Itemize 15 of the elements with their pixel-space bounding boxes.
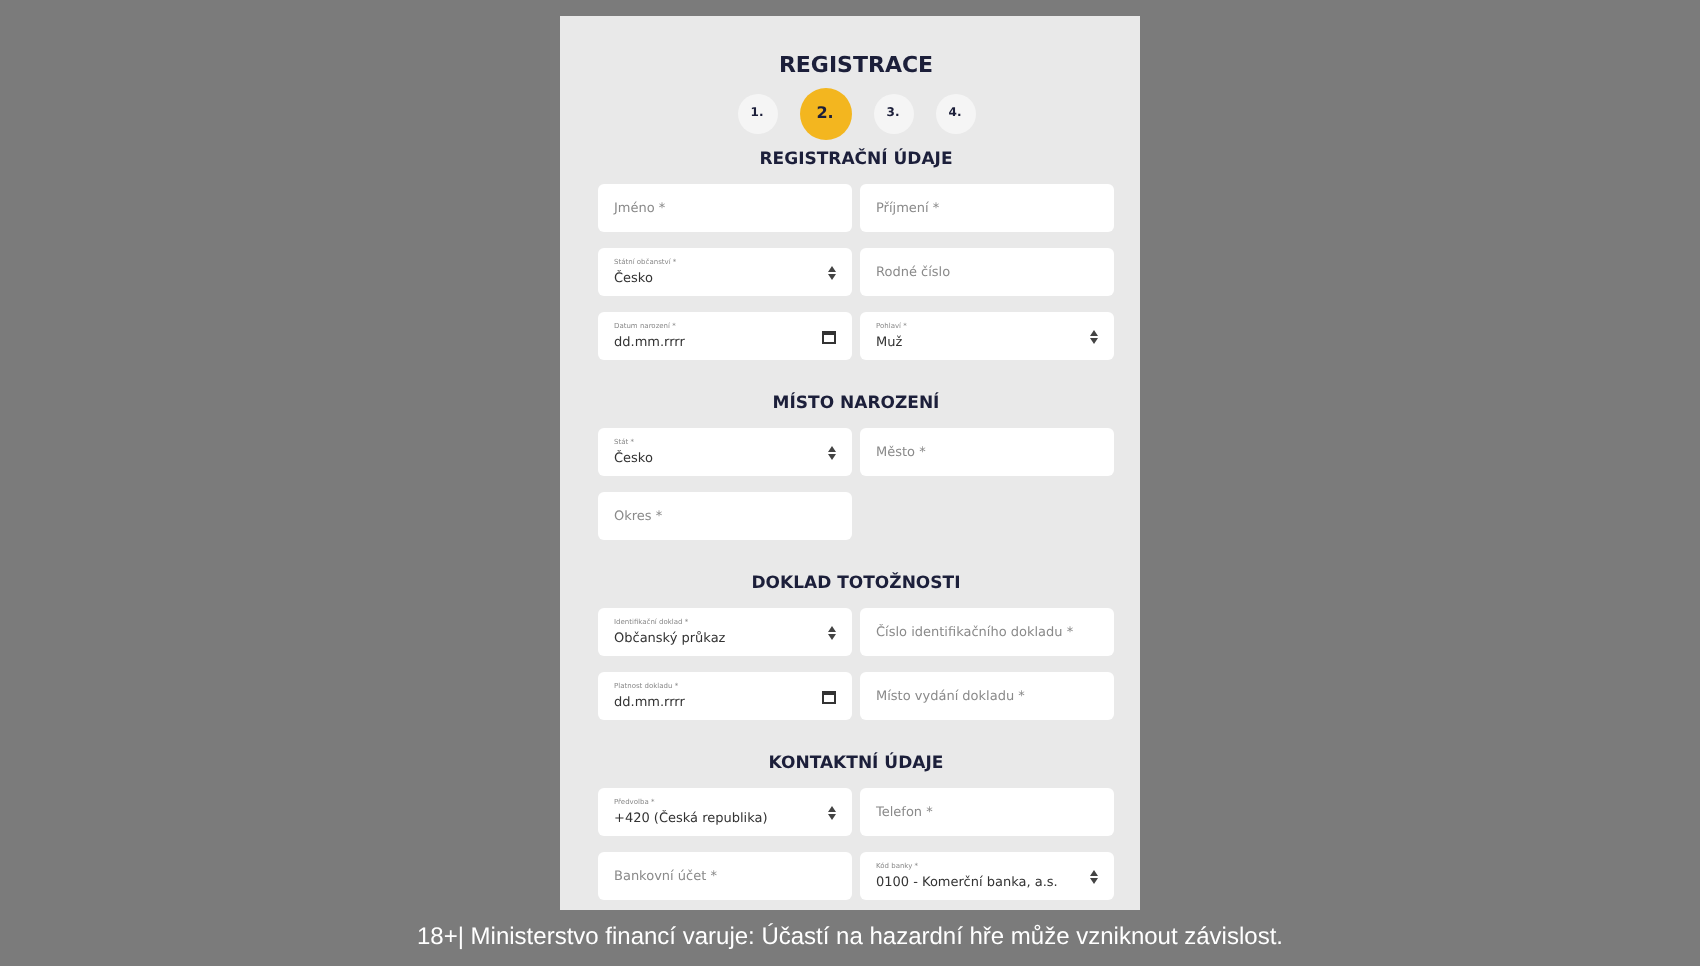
sort-arrows-icon <box>1090 869 1098 883</box>
sort-arrows-icon <box>828 265 836 279</box>
step-indicator[interactable]: 2. <box>799 88 851 140</box>
calendar-icon <box>822 329 836 343</box>
section-heading: REGISTRAČNÍ ÚDAJE <box>759 148 953 172</box>
sort-arrows-icon <box>828 805 836 819</box>
sort-arrows-icon <box>1090 329 1098 343</box>
sort-arrows-icon <box>828 625 836 639</box>
section-heading: MÍSTO NAROZENÍ <box>772 392 940 416</box>
calendar-icon <box>822 689 836 703</box>
form-title: REGISTRACE <box>778 52 934 80</box>
section-heading: KONTAKTNÍ ÚDAJE <box>768 752 944 776</box>
section-heading: DOKLAD TOTOŽNOSTI <box>751 572 961 596</box>
gambling-warning: 18+| Ministerstvo financí varuje: Účastí na hazardní hře může vzniknout závislost. <box>417 922 1283 950</box>
sort-arrows-icon <box>828 445 836 459</box>
